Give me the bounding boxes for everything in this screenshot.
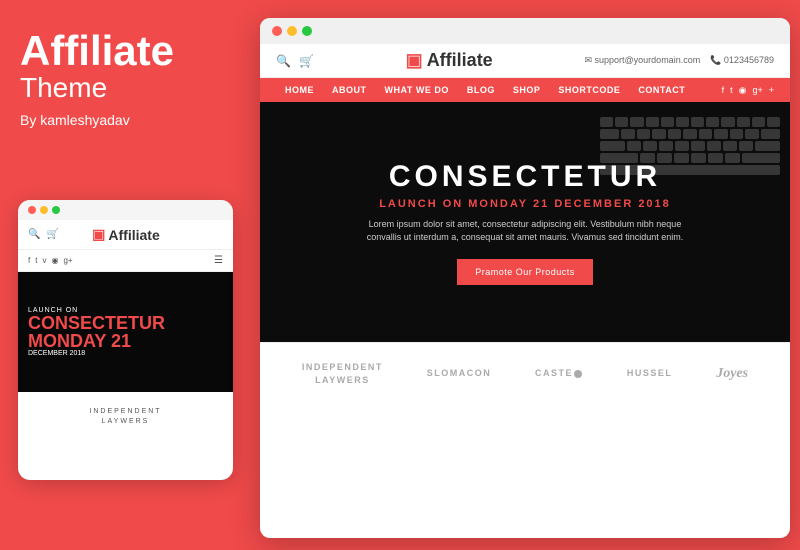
desktop-hero: CONSECTETUR LAUNCH ON MONDAY 21 DECEMBER… bbox=[260, 102, 790, 342]
brands-row: INDEPENDENTLAYWERS SLOMACON CASTE HUSSEL… bbox=[260, 342, 790, 404]
vimeo-icon: v bbox=[42, 256, 46, 265]
mobile-logo-text: Affiliate bbox=[108, 227, 159, 243]
mobile-hero-title: CONSECTETUR MONDAY 21 bbox=[28, 314, 165, 350]
desktop-logo-text: Affiliate bbox=[427, 50, 493, 71]
desktop-header: 🔍 🛒 ▣ Affiliate ✉ support@yourdomain.com… bbox=[260, 44, 790, 78]
facebook-icon: f bbox=[28, 256, 30, 265]
mobile-social-bar: f t v ◉ g+ ☰ bbox=[18, 250, 233, 272]
desktop-titlebar bbox=[260, 18, 790, 44]
desktop-nav-social: f t ◉ g+ + bbox=[722, 85, 774, 96]
brand-slomacon: SLOMACON bbox=[427, 367, 492, 380]
nav-google-icon[interactable]: g+ bbox=[752, 85, 762, 95]
mobile-nav-icons: 🔍 🛒 bbox=[28, 229, 59, 240]
nav-twitter-icon[interactable]: t bbox=[730, 85, 733, 95]
desktop-header-left: 🔍 🛒 bbox=[276, 54, 314, 68]
twitter-icon: t bbox=[35, 256, 37, 265]
hero-sub-red: MONDAY 21 bbox=[468, 198, 549, 210]
hero-sub-prefix: LAUNCH ON bbox=[379, 198, 463, 210]
hero-sub-suffix: DECEMBER 2018 bbox=[554, 198, 670, 210]
desktop-dot-red bbox=[272, 26, 282, 36]
nav-more-icon[interactable]: + bbox=[769, 85, 774, 95]
google-icon: g+ bbox=[63, 256, 72, 265]
desktop-header-right: ✉ support@yourdomain.com 📞 0123456789 bbox=[584, 55, 774, 66]
mobile-nav: 🔍 🛒 ▣ Affiliate bbox=[18, 220, 233, 250]
mobile-hero: LAUNCH ON CONSECTETUR MONDAY 21 DECEMBER… bbox=[18, 272, 233, 392]
instagram-icon: ◉ bbox=[51, 256, 58, 265]
mobile-logo: ▣ Affiliate bbox=[92, 226, 160, 243]
mobile-cart-icon: 🛒 bbox=[46, 229, 58, 240]
desktop-search-icon[interactable]: 🔍 bbox=[276, 54, 291, 68]
nav-shortcode[interactable]: SHORTCODE bbox=[549, 78, 629, 102]
casted-dot bbox=[574, 370, 582, 378]
nav-what-we-do[interactable]: WHAT WE DO bbox=[376, 78, 458, 102]
nav-blog[interactable]: BLOG bbox=[458, 78, 504, 102]
desktop-logo: ▣ Affiliate bbox=[406, 50, 493, 71]
left-panel: Affiliate Theme By kamleshyadav bbox=[20, 30, 220, 148]
desktop-hero-text: Lorem ipsum dolor sit amet, consectetur … bbox=[365, 218, 685, 245]
mobile-dot-green bbox=[52, 206, 60, 214]
mobile-dot-red bbox=[28, 206, 36, 214]
desktop-logo-icon: ▣ bbox=[406, 50, 423, 71]
brand-independent: INDEPENDENTLAYWERS bbox=[302, 361, 383, 386]
mobile-logo-icon: ▣ bbox=[92, 226, 105, 243]
nav-about[interactable]: ABOUT bbox=[323, 78, 376, 102]
mobile-hero-title-red: MONDAY 21 bbox=[28, 331, 131, 351]
desktop-hero-subtitle: LAUNCH ON MONDAY 21 DECEMBER 2018 bbox=[365, 198, 685, 210]
left-by: By kamleshyadav bbox=[20, 112, 220, 128]
hamburger-icon[interactable]: ☰ bbox=[214, 255, 223, 266]
mobile-mockup: 🔍 🛒 ▣ Affiliate f t v ◉ g+ ☰ LAUNCH ON C… bbox=[18, 200, 233, 480]
desktop-mockup: 🔍 🛒 ▣ Affiliate ✉ support@yourdomain.com… bbox=[260, 18, 790, 538]
mobile-hero-sub: DECEMBER 2018 bbox=[28, 350, 85, 357]
nav-contact[interactable]: CONTACT bbox=[629, 78, 694, 102]
desktop-dot-green bbox=[302, 26, 312, 36]
desktop-cart-icon[interactable]: 🛒 bbox=[299, 54, 314, 68]
mobile-hero-title-text: CONSECTETUR bbox=[28, 313, 165, 333]
mobile-social-icons: f t v ◉ g+ bbox=[28, 256, 73, 265]
desktop-email: ✉ support@yourdomain.com bbox=[584, 55, 700, 66]
desktop-nav: HOME ABOUT WHAT WE DO BLOG SHOP SHORTCOD… bbox=[260, 78, 790, 102]
desktop-dot-yellow bbox=[287, 26, 297, 36]
nav-shop[interactable]: SHOP bbox=[504, 78, 550, 102]
mobile-dot-yellow bbox=[40, 206, 48, 214]
nav-facebook-icon[interactable]: f bbox=[722, 85, 725, 95]
desktop-hero-title: CONSECTETUR bbox=[365, 160, 685, 194]
mobile-titlebar bbox=[18, 200, 233, 220]
mobile-bottom: INDEPENDENT LAYWERS bbox=[18, 392, 233, 442]
desktop-hero-content: CONSECTETUR LAUNCH ON MONDAY 21 DECEMBER… bbox=[365, 160, 685, 285]
mobile-search-icon: 🔍 bbox=[28, 229, 40, 240]
mobile-brand: INDEPENDENT LAYWERS bbox=[28, 407, 223, 427]
promote-button[interactable]: Pramote Our Products bbox=[457, 259, 593, 285]
nav-home[interactable]: HOME bbox=[276, 78, 323, 102]
brand-casted: CASTE bbox=[535, 367, 583, 380]
brand-joyes: Joyes bbox=[716, 364, 748, 384]
brand-hussel: HUSSEL bbox=[627, 367, 673, 380]
desktop-phone: 📞 0123456789 bbox=[710, 55, 774, 66]
left-subtitle: Theme bbox=[20, 72, 220, 104]
nav-instagram-icon[interactable]: ◉ bbox=[739, 85, 747, 96]
left-title: Affiliate bbox=[20, 30, 220, 72]
